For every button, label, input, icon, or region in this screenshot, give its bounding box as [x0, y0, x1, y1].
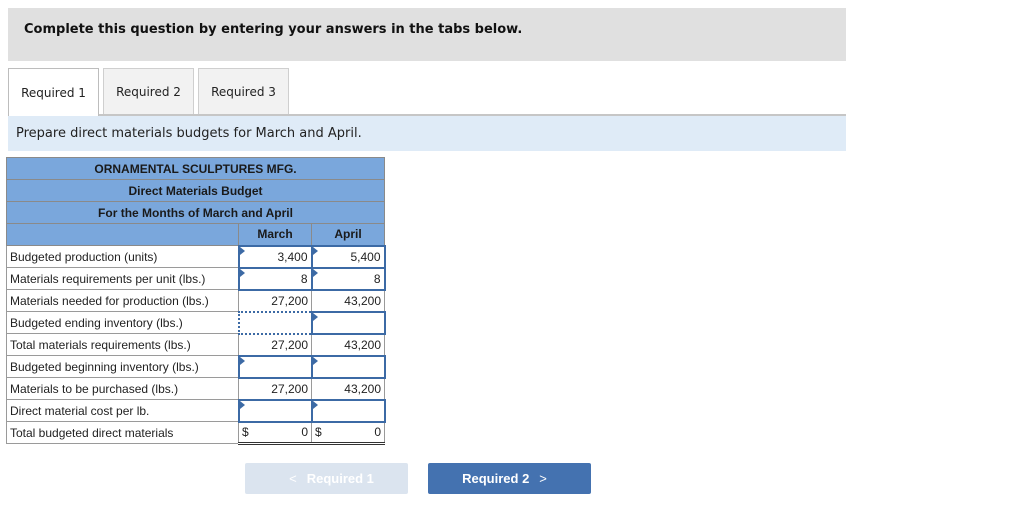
tab-required-1[interactable]: Required 1 — [8, 68, 99, 116]
march-ending-inventory-input[interactable] — [237, 310, 319, 335]
table-row-materials-needed: Materials needed for production (lbs.) 2… — [6, 289, 385, 312]
currency-symbol: $ — [315, 425, 322, 440]
row-label: Materials to be purchased (lbs.) — [6, 377, 239, 400]
april-cost-per-lb-input[interactable] — [310, 398, 386, 423]
table-row-cost-per-lb: Direct material cost per lb. — [6, 398, 386, 423]
row-label: Direct material cost per lb. — [6, 399, 239, 422]
march-materials-purchased-value: 27,200 — [238, 377, 312, 400]
april-materials-per-unit-input[interactable]: 8 — [310, 266, 386, 291]
march-total-requirements-value: 27,200 — [238, 333, 312, 356]
march-cost-per-lb-input[interactable] — [237, 398, 313, 423]
april-total-value: 0 — [374, 425, 381, 440]
table-row-budgeted-production: Budgeted production (units) 3,400 5,400 — [6, 244, 386, 269]
april-beginning-inventory-input[interactable] — [310, 354, 386, 379]
march-total-value: 0 — [301, 425, 308, 440]
row-label: Total budgeted direct materials — [6, 421, 239, 444]
table-row-materials-per-unit: Materials requirements per unit (lbs.) 8… — [6, 266, 386, 291]
instructions-banner: Complete this question by entering your … — [8, 8, 846, 61]
previous-required-button[interactable]: < Required 1 — [245, 463, 408, 494]
chevron-left-icon: < — [289, 471, 297, 486]
column-header-april: April — [311, 223, 385, 246]
row-label: Budgeted ending inventory (lbs.) — [6, 311, 239, 334]
next-required-button[interactable]: Required 2 > — [428, 463, 591, 494]
march-budgeted-production-input[interactable]: 3,400 — [237, 244, 313, 269]
march-materials-needed-value: 27,200 — [238, 289, 312, 312]
currency-symbol: $ — [242, 425, 249, 440]
march-total-direct-materials: $0 — [238, 421, 312, 445]
next-button-label: Required 2 — [462, 471, 530, 486]
april-materials-purchased-value: 43,200 — [311, 377, 385, 400]
banner-text: Complete this question by entering your … — [24, 22, 523, 37]
row-label: Budgeted beginning inventory (lbs.) — [6, 355, 239, 378]
april-total-requirements-value: 43,200 — [311, 333, 385, 356]
chevron-right-icon: > — [539, 471, 547, 486]
row-label: Materials requirements per unit (lbs.) — [6, 267, 239, 290]
tab-required-3[interactable]: Required 3 — [198, 68, 289, 114]
header-blank — [6, 223, 239, 246]
column-header-march: March — [238, 223, 312, 246]
row-label: Budgeted production (units) — [6, 245, 239, 268]
april-ending-inventory-input[interactable] — [310, 310, 386, 335]
table-row-beginning-inventory: Budgeted beginning inventory (lbs.) — [6, 354, 386, 379]
april-budgeted-production-input[interactable]: 5,400 — [310, 244, 386, 269]
table-row-total-requirements: Total materials requirements (lbs.) 27,2… — [6, 333, 385, 356]
april-total-direct-materials: $0 — [311, 421, 385, 445]
budget-title: Direct Materials Budget — [6, 179, 385, 202]
table-row-materials-purchased: Materials to be purchased (lbs.) 27,200 … — [6, 377, 385, 400]
row-label: Total materials requirements (lbs.) — [6, 333, 239, 356]
tab-bar: Required 1 Required 2 Required 3 — [8, 68, 293, 116]
march-materials-per-unit-input[interactable]: 8 — [237, 266, 313, 291]
previous-button-label: Required 1 — [306, 471, 374, 486]
budget-period: For the Months of March and April — [6, 201, 385, 224]
company-name: ORNAMENTAL SCULPTURES MFG. — [6, 157, 385, 180]
row-label: Materials needed for production (lbs.) — [6, 289, 239, 312]
table-row-ending-inventory: Budgeted ending inventory (lbs.) — [6, 310, 386, 335]
table-row-total-direct-materials: Total budgeted direct materials $0 $0 — [6, 421, 385, 445]
april-materials-needed-value: 43,200 — [311, 289, 385, 312]
tab-required-2[interactable]: Required 2 — [103, 68, 194, 114]
instruction-text: Prepare direct materials budgets for Mar… — [16, 126, 362, 141]
march-beginning-inventory-input[interactable] — [237, 354, 313, 379]
direct-materials-budget-table: ORNAMENTAL SCULPTURES MFG. Direct Materi… — [6, 157, 386, 445]
instruction-bar: Prepare direct materials budgets for Mar… — [8, 116, 846, 151]
